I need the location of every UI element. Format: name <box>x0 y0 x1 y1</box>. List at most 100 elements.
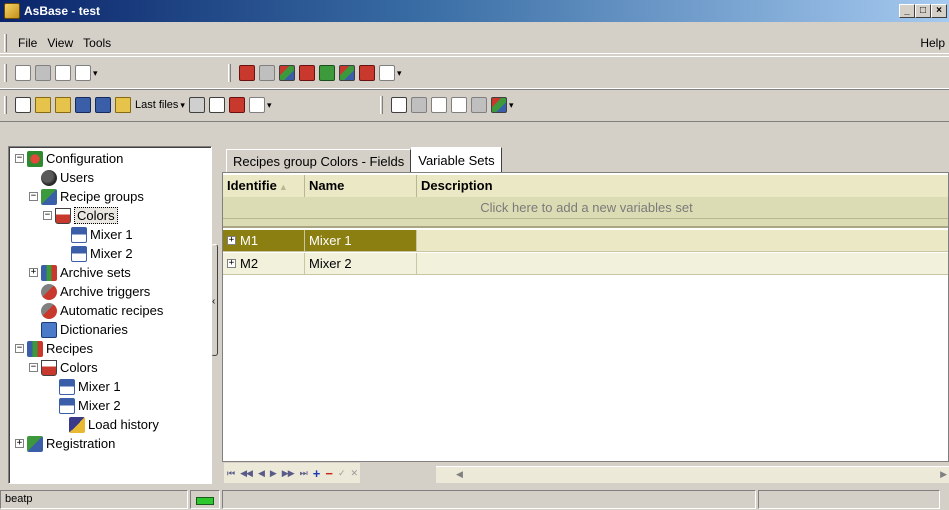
view-dropdown-icon[interactable]: ▾ <box>509 100 514 111</box>
collapse-icon[interactable]: − <box>15 344 24 353</box>
file-dropdown-icon[interactable]: ▾ <box>267 100 272 111</box>
cell-description[interactable] <box>417 230 948 251</box>
expand-row-icon[interactable]: + <box>227 259 236 268</box>
tree-item-colors-recipes[interactable]: − Colors <box>29 358 98 377</box>
grid-view-icon[interactable] <box>451 97 467 113</box>
expand-row-icon[interactable]: + <box>227 236 236 245</box>
delete-record-button[interactable]: − <box>322 466 335 481</box>
tree-item-colors-group[interactable]: − Colors <box>43 206 118 225</box>
menu-view[interactable]: View <box>42 36 78 50</box>
import-icon[interactable] <box>228 97 245 113</box>
tree-item-load-history[interactable]: Load history <box>69 415 159 434</box>
layout-split-icon[interactable] <box>35 65 51 81</box>
last-files-button[interactable]: Last files <box>135 99 178 111</box>
variable-sets-grid[interactable]: Identifie ▲ Name Description Click here t… <box>222 172 949 462</box>
last-record-button[interactable]: ⏭ <box>297 468 310 479</box>
tree-item-mixer-1[interactable]: Mixer 1 <box>71 225 133 244</box>
layout-single-icon[interactable] <box>15 65 31 81</box>
previous-page-button[interactable]: ◀◀ <box>237 468 255 479</box>
export-icon[interactable] <box>248 97 265 113</box>
previous-record-button[interactable]: ◀ <box>255 468 267 479</box>
new-file-icon[interactable] <box>15 97 31 113</box>
list-view-icon[interactable] <box>411 97 427 113</box>
recipe-dropdown-icon[interactable]: ▾ <box>397 68 402 79</box>
first-record-button[interactable]: ⏮ <box>224 468 237 479</box>
post-record-button[interactable]: ✓ <box>335 468 348 479</box>
tab-variable-sets[interactable]: Variable Sets <box>411 147 502 173</box>
layout-panel-icon[interactable] <box>55 65 71 81</box>
print-icon[interactable] <box>188 97 205 113</box>
document-view-icon[interactable] <box>391 97 407 113</box>
tree-item-recipe-groups[interactable]: − Recipe groups <box>29 187 144 206</box>
layout-dropdown-icon[interactable]: ▾ <box>93 68 98 79</box>
recipe-icon[interactable] <box>239 65 255 81</box>
collapse-icon[interactable]: − <box>43 211 52 220</box>
tree-item-archive-sets[interactable]: + Archive sets <box>29 263 131 282</box>
minimize-button[interactable]: _ <box>899 4 915 18</box>
scroll-left-icon[interactable]: ◀ <box>456 469 463 480</box>
save-as-icon[interactable] <box>95 97 111 113</box>
collapse-icon[interactable]: − <box>29 192 38 201</box>
transfer-recipe-icon[interactable] <box>339 65 355 81</box>
cell-identifier[interactable]: + M2 <box>223 253 305 274</box>
cell-name[interactable]: Mixer 1 <box>305 230 417 251</box>
tree-item-mixer-2[interactable]: Mixer 2 <box>71 244 133 263</box>
table-icon[interactable] <box>259 65 275 81</box>
collapse-splitter-icon[interactable]: ‹ <box>212 296 215 307</box>
scroll-right-icon[interactable]: ▶ <box>940 469 947 480</box>
toolbar-grip[interactable] <box>4 96 7 114</box>
tree-item-automatic-recipes[interactable]: Automatic recipes <box>41 301 163 320</box>
cell-name[interactable]: Mixer 2 <box>305 253 417 274</box>
toolbar-grip[interactable] <box>380 96 383 114</box>
open-folder-2-icon[interactable] <box>55 97 71 113</box>
toolbar-grip[interactable] <box>4 64 7 82</box>
add-variables-set-row[interactable]: Click here to add a new variables set <box>223 197 948 219</box>
menu-file[interactable]: File <box>13 36 42 50</box>
column-header-name[interactable]: Name <box>305 175 417 197</box>
copy-recipe-icon[interactable] <box>319 65 335 81</box>
column-header-identifier[interactable]: Identifie ▲ <box>223 175 305 197</box>
grid-horizontal-scrollbar[interactable]: ◀ ▶ <box>436 466 949 483</box>
navigation-tree[interactable]: − Configuration Users − Recipe groups − … <box>8 146 212 484</box>
column-header-description[interactable]: Description <box>417 175 948 197</box>
collapse-icon[interactable]: − <box>29 363 38 372</box>
new-recipe-icon[interactable] <box>299 65 315 81</box>
expand-icon[interactable]: + <box>29 268 38 277</box>
next-record-button[interactable]: ▶ <box>267 468 279 479</box>
menu-help[interactable]: Help <box>915 36 949 50</box>
tree-item-archive-triggers[interactable]: Archive triggers <box>41 282 150 301</box>
table-row[interactable]: + M2 Mixer 2 <box>223 253 948 275</box>
group-icon[interactable] <box>279 65 295 81</box>
tree-item-users[interactable]: Users <box>41 168 94 187</box>
cell-identifier[interactable]: + M1 <box>223 230 305 251</box>
tree-item-dictionaries[interactable]: Dictionaries <box>41 320 128 339</box>
color-view-icon[interactable] <box>491 97 507 113</box>
expand-icon[interactable]: + <box>15 439 24 448</box>
open-folder-icon[interactable] <box>35 97 51 113</box>
delete-recipe-icon[interactable] <box>359 65 375 81</box>
tools-icon[interactable] <box>379 65 395 81</box>
maximize-button[interactable]: □ <box>915 4 931 18</box>
tree-scrollbar[interactable] <box>211 146 219 484</box>
last-files-icon[interactable] <box>115 97 131 113</box>
tree-item-recipe-mixer-2[interactable]: Mixer 2 <box>59 396 121 415</box>
toolbar-grip[interactable] <box>228 64 231 82</box>
next-page-button[interactable]: ▶▶ <box>279 468 297 479</box>
tree-item-recipes[interactable]: − Recipes <box>15 339 93 358</box>
table-row[interactable]: + M1 Mixer 1 <box>223 230 948 252</box>
close-button[interactable]: × <box>931 4 947 18</box>
tree-item-registration[interactable]: + Registration <box>15 434 115 453</box>
last-files-dropdown-icon[interactable]: ▾ <box>180 100 185 111</box>
cell-description[interactable] <box>417 253 948 274</box>
menu-grip[interactable] <box>4 33 7 52</box>
menu-tools[interactable]: Tools <box>78 36 116 50</box>
print-preview-icon[interactable] <box>208 97 225 113</box>
save-icon[interactable] <box>75 97 91 113</box>
table-view-icon[interactable] <box>471 97 487 113</box>
insert-record-button[interactable]: + <box>310 466 323 481</box>
panel-view-icon[interactable] <box>431 97 447 113</box>
collapse-icon[interactable]: − <box>15 154 24 163</box>
tab-fields[interactable]: Recipes group Colors - Fields <box>226 149 412 173</box>
tree-item-configuration[interactable]: − Configuration <box>15 149 123 168</box>
tree-item-recipe-mixer-1[interactable]: Mixer 1 <box>59 377 121 396</box>
